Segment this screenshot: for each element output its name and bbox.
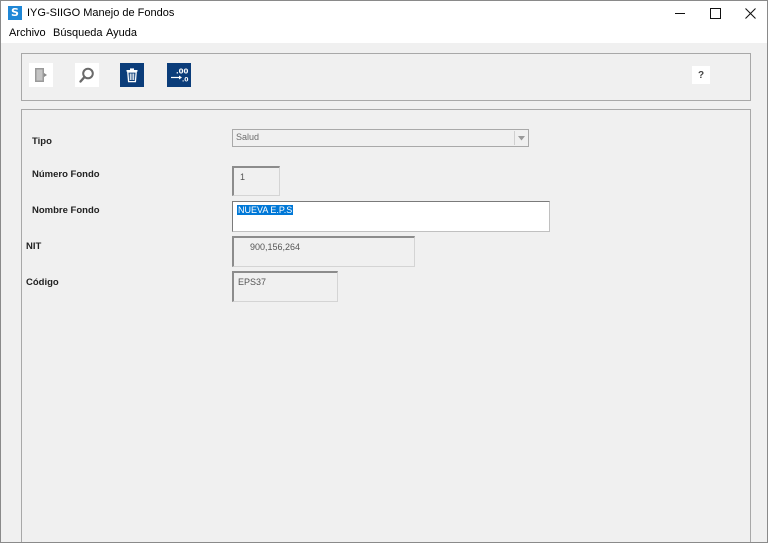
nombre-fondo-label: Nombre Fondo bbox=[32, 205, 100, 216]
svg-text:.0: .0 bbox=[182, 77, 188, 84]
title-bar: S IYG-SIIGO Manejo de Fondos bbox=[1, 1, 767, 25]
nombre-fondo-value: NUEVA E.P.S bbox=[237, 205, 294, 215]
numero-fondo-field[interactable]: 1 bbox=[232, 166, 280, 196]
nit-value: 900,156,264 bbox=[250, 242, 301, 252]
decimal-places-icon: .00 .0 bbox=[171, 68, 189, 84]
toolbar: .00 .0 ? bbox=[21, 53, 751, 101]
exit-button[interactable] bbox=[29, 63, 53, 87]
form-panel bbox=[21, 109, 751, 542]
search-button[interactable] bbox=[75, 63, 99, 87]
codigo-value: EPS37 bbox=[238, 277, 267, 287]
close-icon bbox=[744, 7, 756, 19]
trash-icon bbox=[126, 68, 138, 83]
numero-fondo-value: 1 bbox=[240, 172, 246, 182]
window-title: IYG-SIIGO Manejo de Fondos bbox=[27, 7, 175, 19]
numero-fondo-label: Número Fondo bbox=[32, 169, 100, 180]
help-button[interactable]: ? bbox=[692, 66, 710, 84]
decimals-label: .00 bbox=[176, 68, 189, 76]
chevron-down-icon[interactable] bbox=[514, 131, 527, 145]
close-button[interactable] bbox=[733, 1, 767, 25]
maximize-button[interactable] bbox=[698, 1, 732, 25]
tipo-select-value: Salud bbox=[236, 132, 260, 142]
menu-busqueda[interactable]: Búsqueda bbox=[53, 27, 103, 39]
minimize-icon bbox=[675, 12, 685, 14]
help-icon: ? bbox=[697, 69, 705, 81]
nit-field[interactable]: 900,156,264 bbox=[232, 236, 415, 267]
menu-ayuda[interactable]: Ayuda bbox=[106, 27, 137, 39]
menu-bar: Archivo Búsqueda Ayuda bbox=[1, 25, 767, 43]
menu-archivo[interactable]: Archivo bbox=[9, 27, 46, 39]
maximize-icon bbox=[709, 7, 721, 19]
tipo-select[interactable]: Salud bbox=[232, 129, 529, 147]
minimize-button[interactable] bbox=[663, 1, 697, 25]
delete-button[interactable] bbox=[120, 63, 144, 87]
codigo-label: Código bbox=[26, 277, 59, 288]
codigo-field[interactable]: EPS37 bbox=[232, 271, 338, 302]
nit-label: NIT bbox=[26, 241, 42, 252]
nombre-fondo-field[interactable]: NUEVA E.P.S bbox=[232, 201, 550, 232]
app-icon: S bbox=[8, 6, 22, 20]
search-icon bbox=[79, 67, 94, 83]
decimals-button[interactable]: .00 .0 bbox=[167, 63, 191, 87]
main-window: S IYG-SIIGO Manejo de Fondos Archivo Bús… bbox=[0, 0, 768, 543]
tipo-label: Tipo bbox=[32, 136, 52, 147]
exit-icon bbox=[35, 68, 47, 82]
